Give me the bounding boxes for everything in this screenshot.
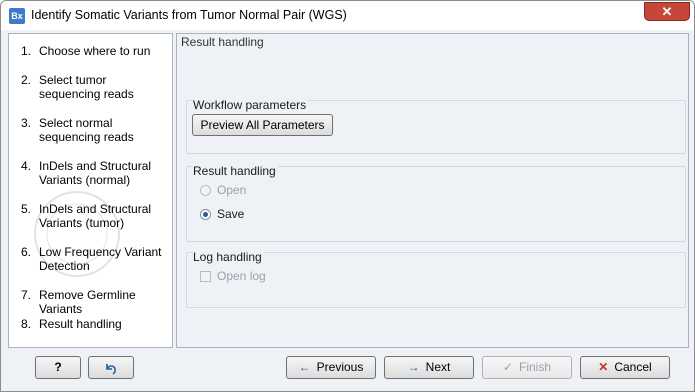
steps-sidebar: 1. Choose where to run 2. Select tumor s… [8,33,173,348]
log-handling-group: Log handling Open log [186,250,686,308]
cancel-x-icon: ✕ [598,360,609,374]
wizard-window: Bx Identify Somatic Variants from Tumor … [0,0,695,392]
next-button[interactable]: → Next [384,356,474,379]
cancel-button[interactable]: ✕ Cancel [580,356,670,379]
open-radio[interactable] [200,185,211,196]
arrow-left-icon: ← [298,360,311,374]
open-radio-label: Open [217,183,247,197]
arrow-right-icon: → [407,360,420,374]
app-icon: Bx [9,8,25,24]
open-log-label: Open log [217,269,266,283]
wizard-content: 1. Choose where to run 2. Select tumor s… [8,33,689,348]
next-label: Next [425,360,451,374]
finish-button[interactable]: ✓ Finish [482,356,572,379]
workflow-parameters-title: Workflow parameters [193,98,309,112]
result-handling-group: Result handling Open Save [186,164,686,242]
previous-label: Previous [316,360,364,374]
panel-title: Result handling [181,35,264,49]
window-title: Identify Somatic Variants from Tumor Nor… [31,8,347,22]
log-handling-title: Log handling [193,250,264,264]
save-radio[interactable] [200,209,211,220]
close-button[interactable]: ✕ [644,2,690,21]
previous-button[interactable]: ← Previous [286,356,376,379]
save-radio-label: Save [217,207,245,221]
checkmark-icon: ✓ [502,360,514,374]
reset-button[interactable] [88,356,134,379]
help-button[interactable]: ? [35,356,81,379]
undo-arrow-icon [106,364,116,375]
result-handling-panel: Result handling Workflow parameters Prev… [176,33,689,348]
title-bar: Bx Identify Somatic Variants from Tumor … [1,1,694,30]
cancel-label: Cancel [614,360,652,374]
finish-label: Finish [519,360,552,374]
preview-all-parameters-button[interactable]: Preview All Parameters [192,114,333,136]
result-handling-group-title: Result handling [193,164,278,178]
open-log-checkbox[interactable] [200,271,211,282]
workflow-parameters-group: Workflow parameters Preview All Paramete… [186,98,686,154]
